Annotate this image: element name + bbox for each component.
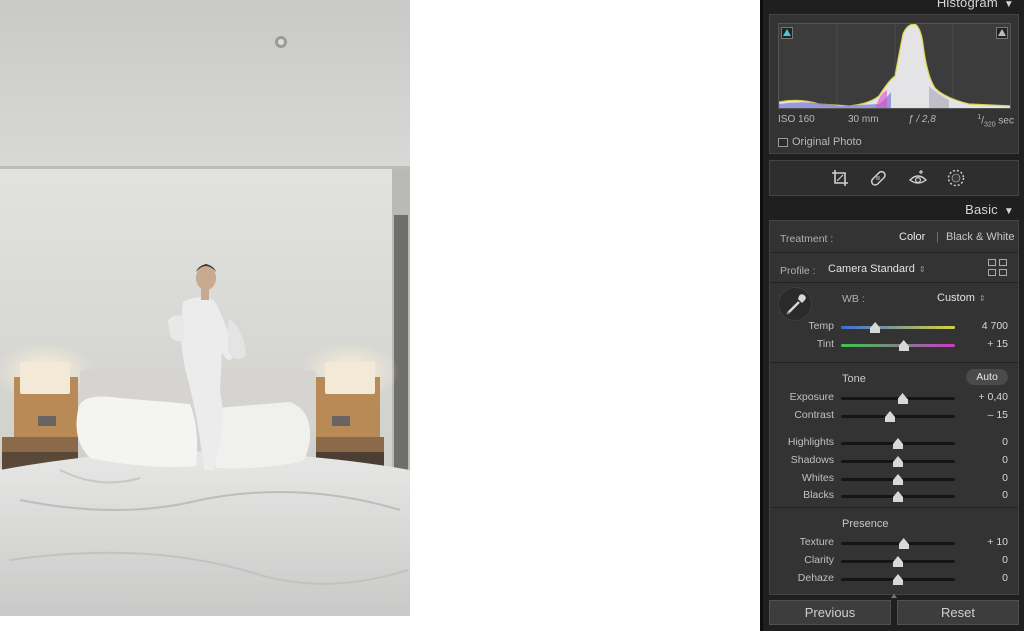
profile-label: Profile : (780, 265, 816, 277)
tone-label: Tone (842, 373, 866, 385)
blacks-label: Blacks (803, 489, 834, 501)
treatment-row: Treatment : Color | Black & White (770, 221, 1018, 253)
reset-button[interactable]: Reset (897, 600, 1019, 625)
temp-value[interactable]: 4 700 (982, 320, 1008, 332)
canvas-background (410, 0, 760, 631)
collapse-triangle-icon: ▼ (1003, 0, 1014, 10)
clarity-slider-row: Clarity 0 (770, 554, 1018, 568)
wb-label: WB : (842, 293, 865, 305)
shutter-speed-value: 1/320 sec (977, 114, 1014, 129)
blacks-value[interactable]: 0 (1002, 489, 1008, 501)
texture-slider-track[interactable] (841, 542, 955, 549)
histogram-header[interactable]: Histogram ▼ (937, 0, 1014, 10)
eyedropper-icon[interactable] (778, 287, 812, 321)
exposure-slider-row: Exposure + 0,40 (770, 391, 1018, 405)
updown-arrow-icon: ⇕ (978, 294, 986, 303)
shadows-slider-track[interactable] (841, 460, 955, 467)
tint-label: Tint (816, 338, 834, 350)
dehaze-slider-track[interactable] (841, 578, 955, 585)
presence-section: Presence Texture + 10 Clarity 0 Dehaze 0 (770, 508, 1018, 594)
tint-slider-track[interactable] (841, 344, 955, 351)
highlights-label: Highlights (787, 436, 834, 448)
exif-info: ISO 160 30 mm ƒ / 2,8 1/320 sec (778, 114, 1014, 128)
histogram-panel: ISO 160 30 mm ƒ / 2,8 1/320 sec Original… (769, 14, 1019, 154)
dehaze-slider-row: Dehaze 0 (770, 572, 1018, 586)
aperture-value: ƒ / 2,8 (908, 114, 936, 125)
shadows-slider-row: Shadows 0 (770, 454, 1018, 468)
iso-value: ISO 160 (778, 114, 815, 125)
original-photo-label: Original Photo (792, 136, 862, 148)
contrast-label: Contrast (794, 409, 834, 421)
focal-length-value: 30 mm (848, 114, 879, 125)
dehaze-value[interactable]: 0 (1002, 572, 1008, 584)
masking-icon[interactable] (946, 168, 966, 188)
histogram-title: Histogram (936, 0, 998, 10)
highlight-clipping-button[interactable] (996, 27, 1008, 39)
canvas-bottom-strip (0, 616, 760, 631)
red-eye-icon[interactable] (908, 168, 928, 188)
whites-label: Whites (801, 472, 834, 484)
original-photo-toggle[interactable]: Original Photo (778, 136, 862, 148)
healing-icon[interactable] (868, 168, 888, 188)
treatment-bw-option[interactable]: Black & White (946, 231, 1014, 243)
exposure-label: Exposure (789, 391, 834, 403)
collapse-triangle-icon: ▼ (1003, 206, 1014, 217)
original-photo-checkbox[interactable] (778, 137, 788, 147)
wb-dropdown[interactable]: Custom ⇕ (937, 292, 986, 304)
basic-header[interactable]: Basic ▼ (965, 202, 1014, 217)
previous-button[interactable]: Previous (769, 600, 891, 625)
highlights-slider-track[interactable] (841, 442, 955, 449)
shadow-clipping-button[interactable] (781, 27, 793, 39)
panel-scroll-indicator (891, 594, 897, 598)
shadows-label: Shadows (790, 454, 834, 466)
tint-slider-row: Tint + 15 (770, 338, 1018, 352)
whites-value[interactable]: 0 (1002, 472, 1008, 484)
clarity-value[interactable]: 0 (1002, 554, 1008, 566)
blacks-slider-track[interactable] (841, 495, 955, 502)
profile-dropdown[interactable]: Camera Standard ⇕ (828, 263, 926, 275)
shadows-value[interactable]: 0 (1002, 454, 1008, 466)
white-balance-section: WB : Custom ⇕ Temp 4 700 Tint + 15 (770, 283, 1018, 363)
crop-icon[interactable] (830, 168, 850, 188)
highlights-value[interactable]: 0 (1002, 436, 1008, 448)
texture-value[interactable]: + 10 (987, 536, 1008, 548)
clarity-label: Clarity (804, 554, 834, 566)
basic-title: Basic (965, 202, 998, 217)
develop-right-panel: Histogram ▼ ISO 160 30 mm ƒ / 2,8 1/320 s… (760, 0, 1024, 631)
exposure-slider-track[interactable] (841, 397, 955, 404)
treatment-label: Treatment : (780, 233, 834, 245)
exposure-value[interactable]: + 0,40 (979, 391, 1009, 403)
treatment-separator: | (936, 231, 939, 243)
histogram-curve (779, 24, 1010, 108)
bedroom-photo-image (0, 0, 410, 616)
profile-row: Profile : Camera Standard ⇕ (770, 253, 1018, 283)
clarity-slider-track[interactable] (841, 560, 955, 567)
tool-strip (769, 160, 1019, 196)
whites-slider-track[interactable] (841, 478, 955, 485)
updown-arrow-icon: ⇕ (918, 265, 926, 274)
temp-label: Temp (808, 320, 834, 332)
highlights-slider-row: Highlights 0 (770, 436, 1018, 450)
treatment-color-option[interactable]: Color (899, 231, 925, 243)
contrast-slider-track[interactable] (841, 415, 955, 422)
tone-section: Tone Auto Exposure + 0,40 Contrast – 15 … (770, 363, 1018, 508)
contrast-slider-row: Contrast – 15 (770, 409, 1018, 423)
basic-panel: Treatment : Color | Black & White Profil… (769, 220, 1019, 595)
temp-slider-track[interactable] (841, 326, 955, 333)
whites-slider-row: Whites 0 (770, 472, 1018, 486)
photo-preview[interactable] (0, 0, 410, 616)
dehaze-label: Dehaze (797, 572, 834, 584)
temp-slider-row: Temp 4 700 (770, 320, 1018, 334)
auto-tone-button[interactable]: Auto (966, 369, 1008, 385)
blacks-slider-row: Blacks 0 (770, 489, 1018, 503)
texture-label: Texture (799, 536, 834, 548)
texture-slider-row: Texture + 10 (770, 536, 1018, 550)
profile-browser-grid-icon[interactable] (988, 259, 1008, 277)
tint-value[interactable]: + 15 (987, 338, 1008, 350)
contrast-value[interactable]: – 15 (988, 409, 1008, 421)
histogram-graph[interactable] (778, 23, 1011, 109)
presence-label: Presence (842, 518, 889, 530)
